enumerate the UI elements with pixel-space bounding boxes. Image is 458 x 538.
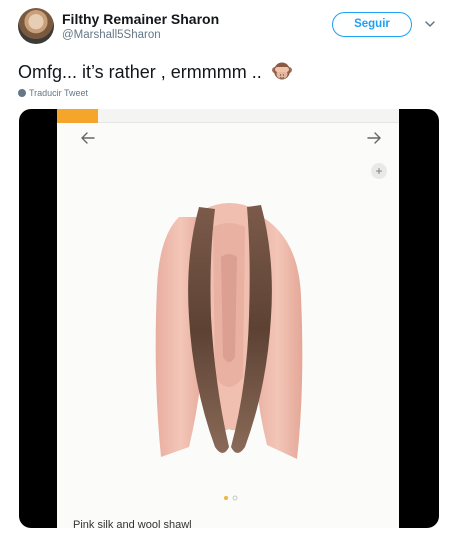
app-top-bar (98, 109, 399, 123)
zoom-plus-icon: + (371, 163, 387, 179)
tweet-text: Omfg... it’s rather , ermmmm .. (18, 60, 293, 83)
chevron-down-icon[interactable] (422, 16, 438, 32)
shawl-image (155, 203, 303, 459)
brand-tab (57, 109, 98, 123)
see-no-evil-monkey-icon (271, 62, 292, 80)
tweet-body: Omfg... it’s rather , ermmmm .. (18, 62, 262, 82)
arrow-left-icon (81, 132, 95, 144)
carousel-dots[interactable] (221, 494, 241, 502)
follow-button[interactable]: Seguir (332, 12, 412, 37)
product-caption: Pink silk and wool shawl (73, 519, 192, 528)
product-screenshot: + Pink silk and wool shawl (57, 109, 399, 528)
tweet-media[interactable]: + Pink silk and wool shawl (19, 109, 439, 528)
tweet-header: Filthy Remainer Sharon @Marshall5Sharon … (18, 8, 444, 48)
translate-link[interactable]: Traducir Tweet (18, 88, 88, 98)
avatar[interactable] (18, 8, 54, 44)
translate-label: Traducir Tweet (29, 88, 89, 98)
globe-icon (18, 89, 26, 97)
author-name[interactable]: Filthy Remainer Sharon (62, 11, 219, 27)
author-handle[interactable]: @Marshall5Sharon (62, 29, 161, 41)
arrow-right-icon (367, 132, 381, 144)
